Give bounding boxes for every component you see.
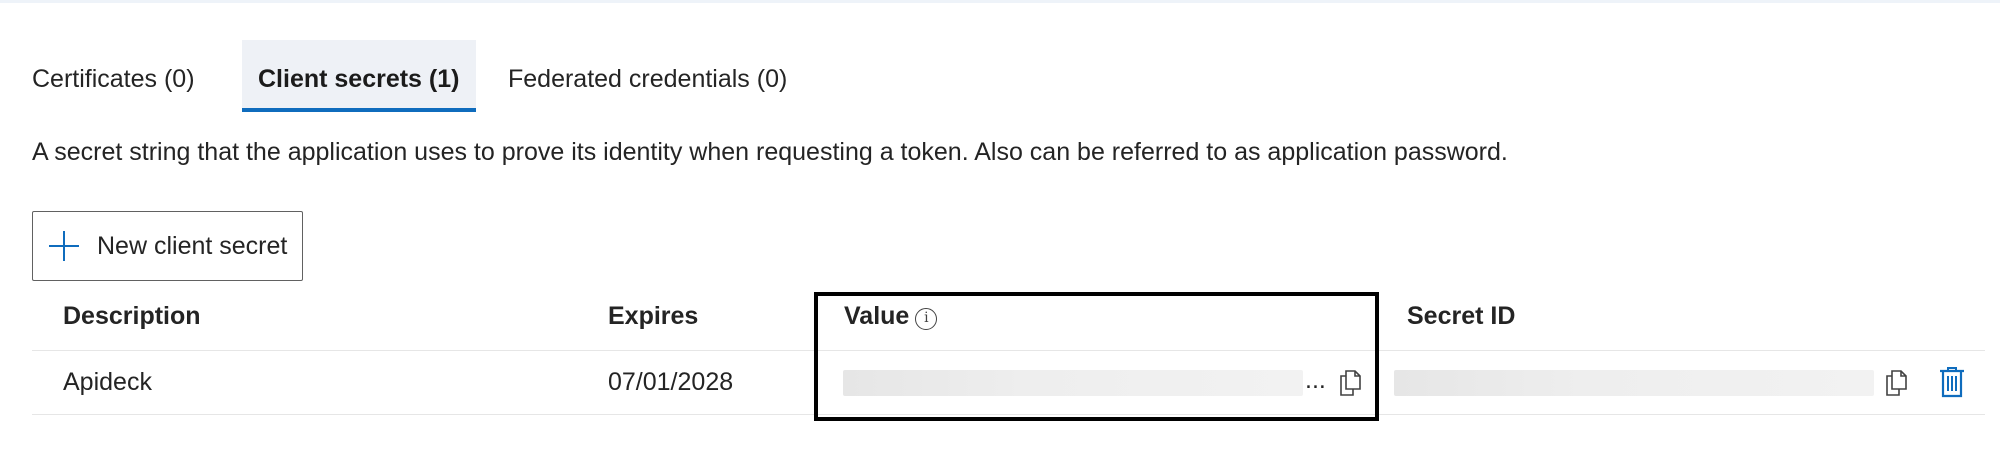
new-client-secret-label: New client secret (97, 231, 288, 260)
tab-certificates[interactable]: Certificates (0) (32, 40, 242, 112)
delete-icon[interactable] (1938, 366, 1966, 398)
row-description: Apideck (63, 368, 152, 396)
section-description: A secret string that the application use… (32, 138, 1508, 166)
credentials-tabs: Certificates (0) Client secrets (1) Fede… (32, 40, 787, 112)
column-header-expires[interactable]: Expires (608, 302, 698, 331)
column-header-description[interactable]: Description (63, 302, 201, 331)
tab-federated-credentials[interactable]: Federated credentials (0) (476, 40, 787, 112)
row-expires: 07/01/2028 (608, 368, 734, 396)
column-header-secret-id[interactable]: Secret ID (1407, 302, 1515, 331)
plus-icon (49, 231, 79, 261)
secret-id-masked (1394, 370, 1874, 396)
tab-client-secrets[interactable]: Client secrets (1) (242, 40, 476, 112)
new-client-secret-button[interactable]: New client secret (32, 211, 303, 281)
top-strip (0, 0, 2000, 3)
copy-icon[interactable] (1884, 370, 1908, 396)
value-column-highlight (814, 292, 1379, 421)
